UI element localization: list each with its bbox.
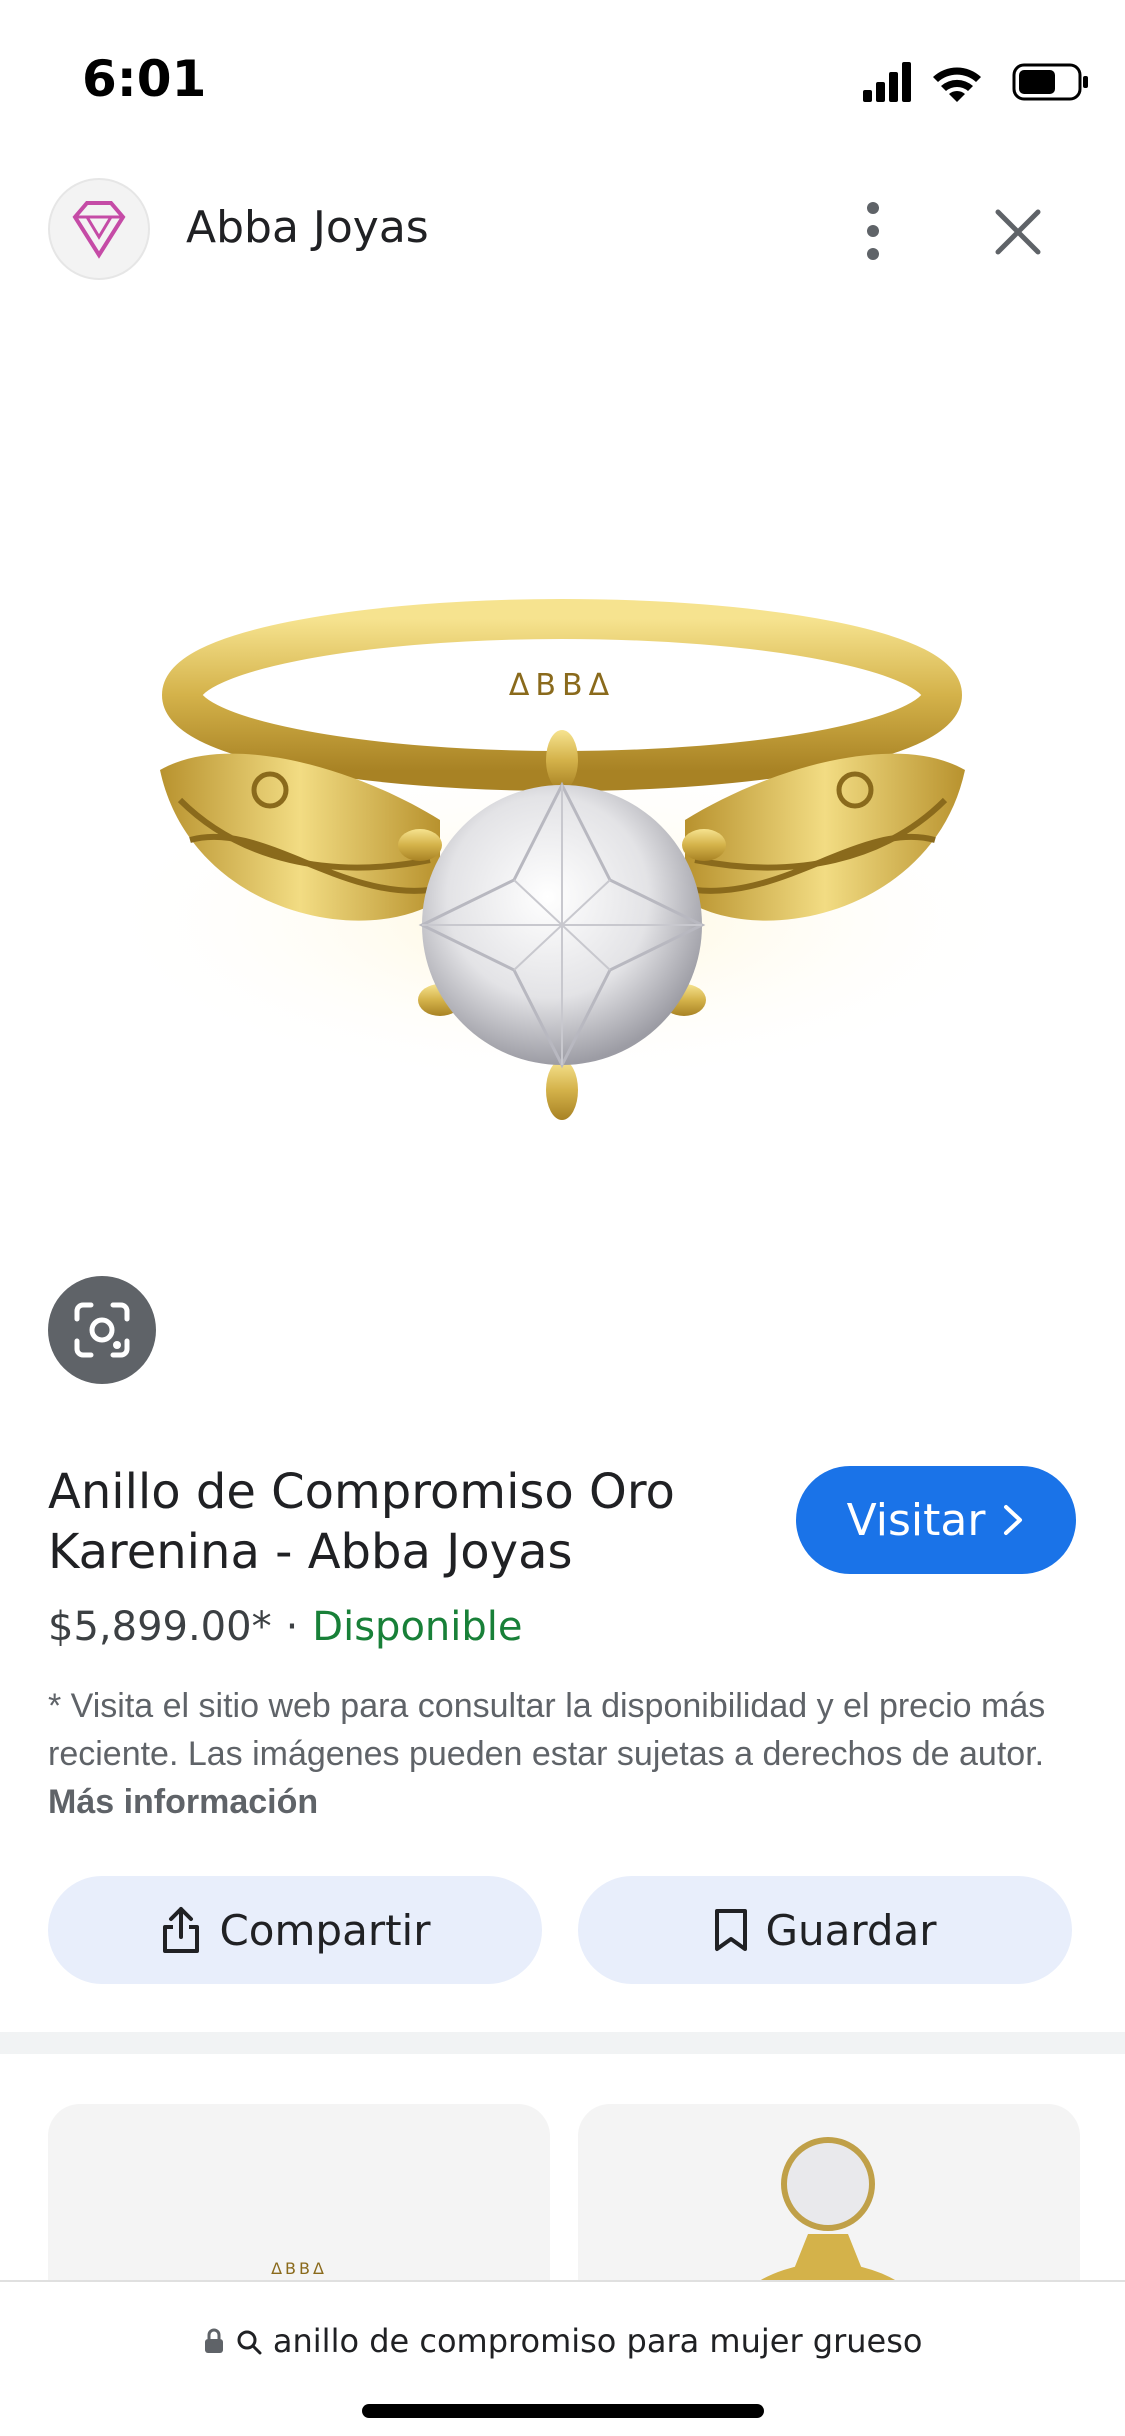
price: $5,899.00* [48, 1604, 272, 1650]
visit-button[interactable]: Visitar [796, 1466, 1076, 1574]
result-header: Abba Joyas [0, 160, 1125, 295]
gold-ring-image: ΔBBΔ [92, 599, 1032, 1120]
availability-status: Disponible [312, 1604, 523, 1650]
site-name[interactable]: Abba Joyas [186, 202, 429, 253]
more-info-link[interactable]: Más información [48, 1783, 318, 1821]
status-icons [863, 62, 1088, 102]
chevron-right-icon [1004, 1505, 1023, 1535]
share-icon [163, 1907, 200, 1953]
search-query: anillo de compromiso para mujer grueso [272, 2322, 923, 2360]
search-icon [237, 2330, 262, 2355]
share-label: Compartir [219, 1905, 431, 1955]
status-bar: 6:01 [0, 0, 1125, 150]
more-vert-icon[interactable] [850, 196, 896, 266]
battery-icon [1012, 63, 1088, 101]
section-divider [0, 2032, 1125, 2054]
product-image[interactable]: ΔBBΔ [0, 300, 1125, 1420]
abba-diamond-logo-icon[interactable] [48, 178, 150, 280]
disclaimer-text: * Visita el sitio web para consultar la … [48, 1687, 1046, 1773]
wifi-icon [933, 67, 981, 102]
price-line: $5,899.00* · Disponible [48, 1604, 523, 1650]
address-bar[interactable]: anillo de compromiso para mujer grueso [0, 2322, 1125, 2360]
visit-label: Visitar [846, 1494, 986, 1546]
home-indicator[interactable] [362, 2404, 764, 2418]
save-label: Guardar [765, 1905, 937, 1955]
signal-icon [863, 62, 911, 102]
price-separator: · [285, 1604, 299, 1650]
lock-icon [204, 2328, 223, 2353]
product-title[interactable]: Anillo de Compromiso Oro Karenina - Abba… [48, 1462, 768, 1582]
status-time: 6:01 [82, 50, 207, 108]
share-button[interactable]: Compartir [48, 1876, 542, 1984]
ring-engraving: ΔBBΔ [509, 668, 615, 703]
close-icon[interactable] [986, 200, 1050, 264]
lens-icon[interactable] [48, 1276, 156, 1384]
save-button[interactable]: Guardar [578, 1876, 1072, 1984]
thumbnail-engraving: ΔBBΔ [271, 2259, 327, 2278]
bookmark-icon [715, 1909, 748, 1951]
disclaimer: * Visita el sitio web para consultar la … [48, 1682, 1078, 1826]
bottom-address-bar: anillo de compromiso para mujer grueso [0, 2280, 1125, 2436]
